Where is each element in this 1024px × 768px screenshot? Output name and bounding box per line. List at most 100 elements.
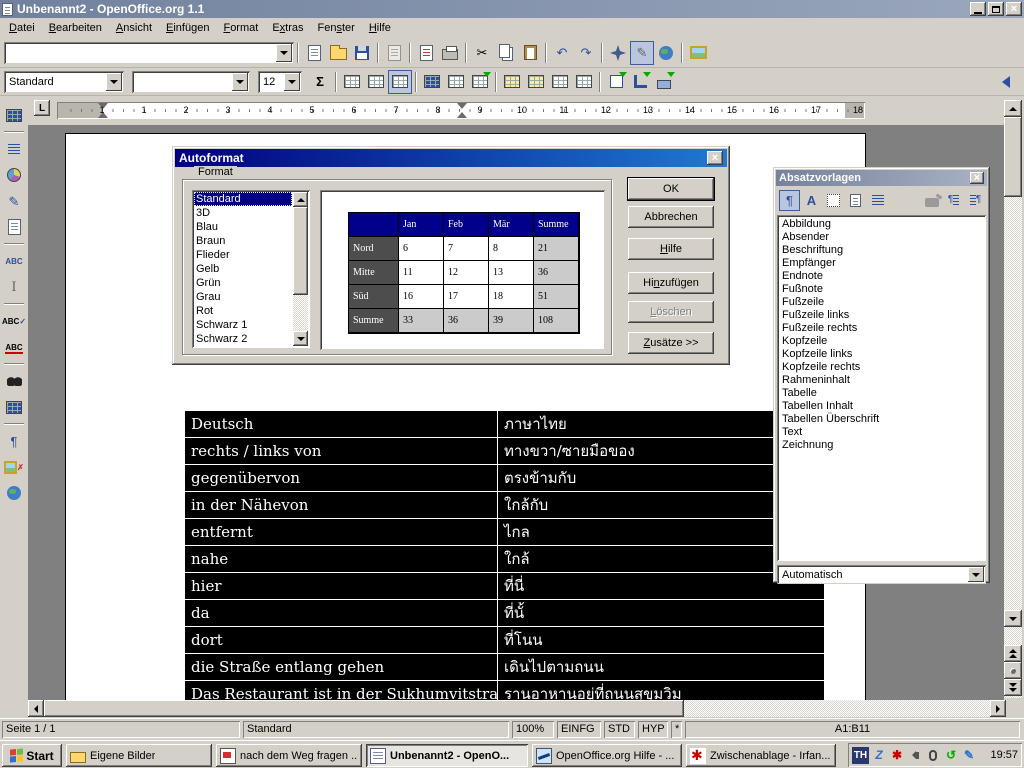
- minimize-button[interactable]: [970, 2, 986, 16]
- volume-icon[interactable]: [907, 747, 923, 763]
- antivirus-icon[interactable]: ✱: [889, 747, 905, 763]
- character-styles-icon[interactable]: A: [801, 190, 822, 211]
- merge-cells-icon[interactable]: [340, 70, 364, 94]
- optimize-table-icon[interactable]: [468, 70, 492, 94]
- previous-page-icon[interactable]: [1004, 645, 1022, 662]
- online-layout-icon[interactable]: [2, 481, 26, 505]
- split-cells-vertical-icon[interactable]: [388, 70, 412, 94]
- title-bar[interactable]: Unbenannt2 - OpenOffice.org 1.1 ×: [0, 0, 1024, 18]
- format-item[interactable]: Türkis: [194, 346, 292, 348]
- dialog-title-bar[interactable]: Autoformat ×: [175, 149, 727, 167]
- menu-extras[interactable]: Extras: [265, 20, 310, 36]
- update-style-icon[interactable]: ¶: [965, 190, 986, 211]
- print-icon[interactable]: [438, 41, 462, 65]
- table-cell-thai[interactable]: ที่นั้: [498, 600, 824, 626]
- table-cell-german[interactable]: die Straße entlang gehen: [185, 654, 498, 680]
- format-item[interactable]: Grün: [194, 276, 292, 290]
- url-combo[interactable]: [4, 42, 294, 64]
- format-item[interactable]: Flieder: [194, 248, 292, 262]
- insert-object-icon[interactable]: [2, 163, 26, 187]
- table-cell-german[interactable]: dort: [185, 627, 498, 653]
- indent-marker-right[interactable]: [457, 103, 467, 109]
- ruler[interactable]: 1123456789101112131415161718: [57, 102, 865, 119]
- start-button[interactable]: Start: [2, 744, 62, 767]
- split-cells-horizontal-icon[interactable]: [364, 70, 388, 94]
- dialog-button-zusätze[interactable]: Zusätze >>: [628, 332, 714, 354]
- delete-column-icon[interactable]: [572, 70, 596, 94]
- menu-einfügen[interactable]: Einfügen: [159, 20, 216, 36]
- format-item[interactable]: 3D: [194, 206, 292, 220]
- mouse-settings-icon[interactable]: [925, 747, 941, 763]
- gallery-icon[interactable]: [654, 41, 678, 65]
- navigation-dot-icon[interactable]: [1004, 662, 1022, 679]
- open-icon[interactable]: [326, 41, 350, 65]
- insert-row-icon[interactable]: [500, 70, 524, 94]
- style-item[interactable]: Empfänger: [779, 257, 984, 270]
- redo-icon[interactable]: ↷: [574, 41, 598, 65]
- draw-functions-icon[interactable]: ✎: [2, 189, 26, 213]
- menu-fenster[interactable]: Fenster: [311, 20, 362, 36]
- format-item[interactable]: Standard: [194, 192, 292, 206]
- borders-icon[interactable]: [604, 70, 628, 94]
- style-list[interactable]: AbbildungAbsenderBeschriftungEmpfängerEn…: [777, 215, 986, 561]
- language-indicator[interactable]: TH: [852, 747, 869, 764]
- table-row[interactable]: Deutschภาษาไทย: [185, 411, 824, 438]
- scroll-left-icon[interactable]: [28, 700, 44, 717]
- tab-selector[interactable]: L: [34, 100, 50, 116]
- table-cell-thai[interactable]: รานอาหานอยู่ที่ถนนสุขุมวิม: [498, 681, 824, 700]
- stylist-window[interactable]: Absatzvorlagen × ¶ A ¶ ¶ AbbildungAbsend…: [773, 167, 990, 583]
- menu-hilfe[interactable]: Hilfe: [362, 20, 398, 36]
- insert-column-icon[interactable]: [524, 70, 548, 94]
- table-cell-german[interactable]: da: [185, 600, 498, 626]
- stylist-close-icon[interactable]: ×: [970, 172, 984, 184]
- dialog-button-hinzufügen[interactable]: Hinzufügen: [628, 272, 714, 294]
- dialog-button-ok[interactable]: OK: [628, 178, 714, 200]
- style-item[interactable]: Tabellen Inhalt: [779, 400, 984, 413]
- table-row[interactable]: die Straße entlang gehenเดินไปตามถนน: [185, 654, 824, 681]
- menu-ansicht[interactable]: Ansicht: [109, 20, 159, 36]
- style-dropdown-icon[interactable]: [106, 73, 122, 91]
- task-ooo-help[interactable]: OpenOffice.org Hilfe - ...: [532, 744, 682, 767]
- style-item[interactable]: Endnote: [779, 270, 984, 283]
- filter-dropdown-icon[interactable]: [968, 567, 984, 582]
- status-insert-mode[interactable]: EINFG: [557, 721, 601, 738]
- spellcheck-icon[interactable]: ABC✓: [2, 309, 26, 333]
- table-cell-german[interactable]: gegenübervon: [185, 465, 498, 491]
- style-item[interactable]: Fußzeile rechts: [779, 322, 984, 335]
- task-folder-image[interactable]: Eigene Bilder: [66, 744, 212, 767]
- scroll-right-icon[interactable]: [990, 700, 1006, 717]
- direct-cursor-icon[interactable]: I: [2, 275, 26, 299]
- table-cell-german[interactable]: in der Nähevon: [185, 492, 498, 518]
- delete-row-icon[interactable]: [548, 70, 572, 94]
- table-borders-icon[interactable]: [420, 70, 444, 94]
- table-row[interactable]: dortที่โนน: [185, 627, 824, 654]
- format-item[interactable]: Blau: [194, 220, 292, 234]
- new-style-from-selection-icon[interactable]: ¶: [943, 190, 964, 211]
- copy-icon[interactable]: [494, 41, 518, 65]
- page-styles-icon[interactable]: [845, 190, 866, 211]
- menu-bearbeiten[interactable]: Bearbeiten: [42, 20, 109, 36]
- auto-spellcheck-icon[interactable]: ABC: [2, 335, 26, 359]
- format-list-scrollbar[interactable]: [293, 192, 308, 346]
- save-icon[interactable]: [350, 41, 374, 65]
- style-item[interactable]: Tabellen Überschrift: [779, 413, 984, 426]
- tablet-pen-icon[interactable]: ✎: [961, 747, 977, 763]
- size-dropdown-icon[interactable]: [284, 73, 300, 91]
- menu-format[interactable]: Format: [216, 20, 265, 36]
- format-scroll-up-icon[interactable]: [293, 192, 308, 207]
- table-cell-german[interactable]: hier: [185, 573, 498, 599]
- task-writer-doc[interactable]: Unbenannt2 - OpenO...: [366, 744, 528, 767]
- format-item[interactable]: Gelb: [194, 262, 292, 276]
- background-color-icon[interactable]: [652, 70, 676, 94]
- style-item[interactable]: Tabelle: [779, 387, 984, 400]
- format-item[interactable]: Schwarz 2: [194, 332, 292, 346]
- autoformat-dialog[interactable]: Autoformat × Format Standard3DBlauBraunF…: [172, 146, 730, 365]
- font-name-combo[interactable]: [132, 71, 250, 93]
- line-style-icon[interactable]: [628, 70, 652, 94]
- table-row[interactable]: rechts / links vonทางขวา/ซายมือของ: [185, 438, 824, 465]
- table-lines-icon[interactable]: [444, 70, 468, 94]
- table-cell-german[interactable]: entfernt: [185, 519, 498, 545]
- ooo-quickstart-icon[interactable]: Z: [871, 747, 887, 763]
- status-selection-mode[interactable]: STD: [604, 721, 635, 738]
- paste-icon[interactable]: [518, 41, 542, 65]
